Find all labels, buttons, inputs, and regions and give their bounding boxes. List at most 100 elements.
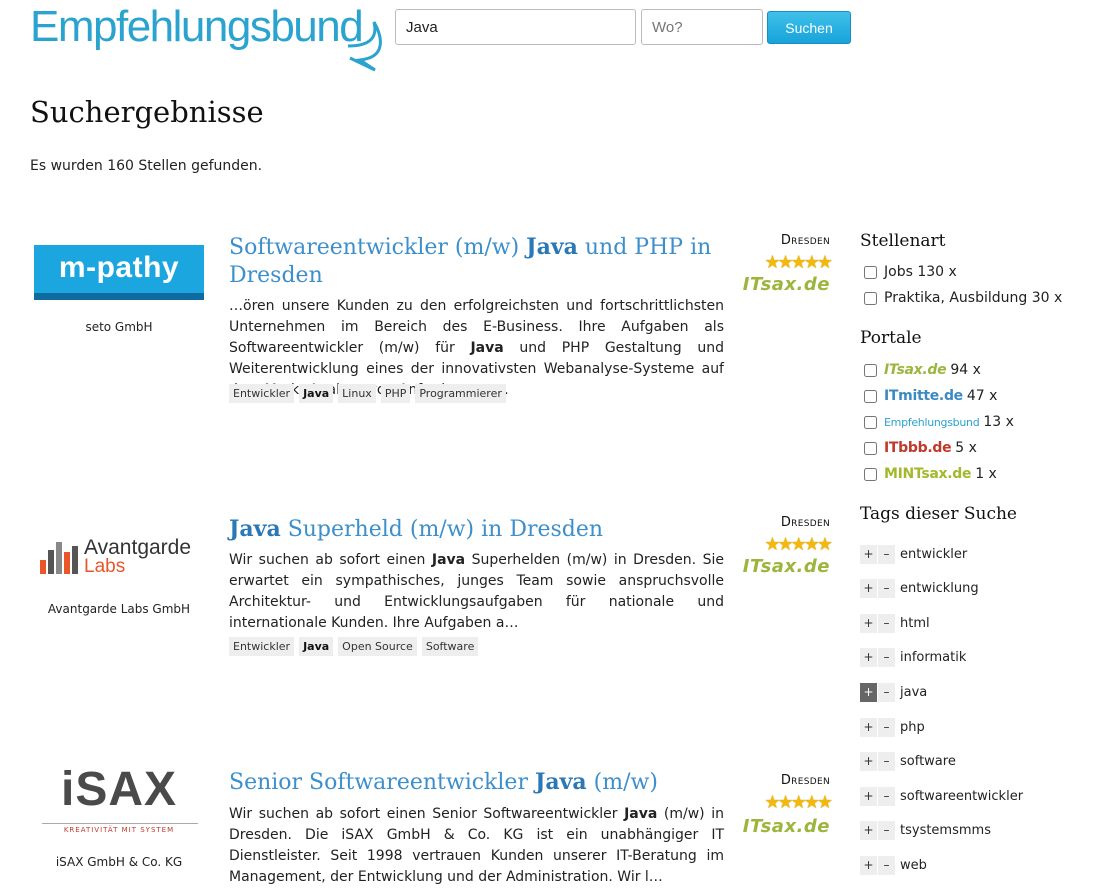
- job-tag[interactable]: Entwickler: [229, 637, 295, 656]
- portal-logo-empfehlungsbund: Empfehlungsbund: [884, 415, 980, 429]
- tag-add-button[interactable]: +: [860, 545, 877, 564]
- job-city: Dresden: [780, 515, 830, 530]
- search-tag-name: entwickler: [900, 547, 968, 562]
- company-logo-isax[interactable]: iSAX KREATIVITÄT MIT SYSTEM: [30, 763, 208, 842]
- search-tag-name: html: [900, 616, 930, 631]
- search-tag-row: + – web: [860, 856, 927, 875]
- search-tag-name: java: [900, 685, 928, 700]
- filter-portal-itsax[interactable]: ITsax.de 94 x: [863, 362, 981, 378]
- location-input[interactable]: [641, 9, 763, 45]
- tag-exclude-button[interactable]: –: [878, 683, 895, 702]
- search-tag-name: php: [900, 720, 925, 735]
- search-tag-row: + – tsystemsmms: [860, 821, 991, 840]
- job-city: Dresden: [780, 233, 830, 248]
- filter-praktika-checkbox[interactable]: [864, 291, 877, 305]
- result-count: Es wurden 160 Stellen gefunden.: [30, 158, 263, 174]
- job-tag[interactable]: Entwickler: [229, 384, 295, 403]
- tag-exclude-button[interactable]: –: [878, 648, 895, 667]
- portal-count: 1 x: [975, 466, 997, 482]
- filter-jobs-checkbox[interactable]: [864, 265, 877, 279]
- search-tags-heading: Tags dieser Suche: [860, 504, 1017, 524]
- search-tag-name: software: [900, 754, 956, 769]
- job-tag[interactable]: Java: [299, 637, 334, 656]
- tag-exclude-button[interactable]: –: [878, 856, 895, 875]
- tag-exclude-button[interactable]: –: [878, 545, 895, 564]
- search-tag-name: informatik: [900, 650, 967, 665]
- company-logo-sub: KREATIVITÄT MIT SYSTEM: [63, 826, 175, 834]
- tag-exclude-button[interactable]: –: [878, 752, 895, 771]
- company-logo-mpathy[interactable]: m-pathy: [30, 243, 208, 323]
- company-logo-sub: Labs: [84, 556, 126, 577]
- filter-portal-mintsax[interactable]: MINTsax.de 1 x: [863, 466, 997, 482]
- portal-logo-itsax[interactable]: ITsax.de: [743, 816, 830, 837]
- filter-portal-checkbox[interactable]: [864, 415, 877, 429]
- avantgarde-mark-icon: [40, 542, 78, 574]
- portal-count: 94 x: [950, 362, 981, 378]
- tag-add-button[interactable]: +: [860, 683, 877, 702]
- job-tag[interactable]: Open Source: [338, 637, 417, 656]
- company-name[interactable]: Avantgarde Labs GmbH: [30, 602, 208, 616]
- job-tags: Entwickler Java Open Source Software: [229, 637, 479, 656]
- filter-portal-checkbox[interactable]: [864, 441, 877, 455]
- filter-label: Jobs 130 x: [884, 264, 957, 280]
- search-tag-row: + – entwicklung: [860, 579, 979, 598]
- company-name[interactable]: iSAX GmbH & Co. KG: [30, 855, 208, 869]
- filter-portal-itmitte[interactable]: ITmitte.de 47 x: [863, 388, 997, 404]
- tag-add-button[interactable]: +: [860, 752, 877, 771]
- tag-exclude-button[interactable]: –: [878, 579, 895, 598]
- company-logo-avantgarde[interactable]: Avantgarde Labs: [30, 530, 208, 610]
- logo-text: Empfehlungsbund: [30, 2, 364, 51]
- tag-add-button[interactable]: +: [860, 821, 877, 840]
- job-snippet: Wir suchen ab sofort einen Senior Softwa…: [229, 806, 724, 885]
- portal-logo-itmitte: ITmitte.de: [884, 388, 963, 404]
- portal-count: 5 x: [955, 440, 977, 456]
- portal-logo-itsax: ITsax.de: [884, 362, 947, 378]
- filter-label: Praktika, Ausbildung 30 x: [884, 290, 1063, 306]
- search-button[interactable]: Suchen: [767, 11, 851, 44]
- job-title-link[interactable]: Java Superheld (m/w) in Dresden: [229, 515, 729, 544]
- filter-praktika[interactable]: Praktika, Ausbildung 30 x: [863, 290, 1062, 306]
- portal-logo-mintsax: MINTsax.de: [884, 466, 972, 482]
- portale-heading: Portale: [860, 328, 922, 348]
- company-logo-text: iSAX: [60, 763, 178, 816]
- search-tag-name: softwareentwickler: [900, 789, 1024, 804]
- job-tag[interactable]: Linux: [338, 384, 376, 403]
- tag-add-button[interactable]: +: [860, 718, 877, 737]
- job-tag[interactable]: Programmierer: [415, 384, 506, 403]
- portal-logo-itsax[interactable]: ITsax.de: [743, 556, 830, 577]
- tag-add-button[interactable]: +: [860, 648, 877, 667]
- page-title: Suchergebnisse: [30, 95, 264, 129]
- tag-exclude-button[interactable]: –: [878, 821, 895, 840]
- filter-portal-empfehlungsbund[interactable]: Empfehlungsbund 13 x: [863, 414, 1014, 430]
- filter-portal-itbbb[interactable]: ITbbb.de 5 x: [863, 440, 977, 456]
- tag-exclude-button[interactable]: –: [878, 718, 895, 737]
- filter-jobs[interactable]: Jobs 130 x: [863, 264, 957, 280]
- company-logo-text: m-pathy: [58, 251, 180, 284]
- search-tag-row: + – software: [860, 752, 956, 771]
- job-tag[interactable]: PHP: [380, 384, 411, 403]
- site-logo[interactable]: Empfehlungsbund: [30, 2, 382, 72]
- job-tag[interactable]: Software: [421, 637, 479, 656]
- search-input[interactable]: [395, 9, 636, 45]
- tag-add-button[interactable]: +: [860, 787, 877, 806]
- portal-count: 13 x: [983, 414, 1014, 430]
- tag-add-button[interactable]: +: [860, 579, 877, 598]
- tag-add-button[interactable]: +: [860, 614, 877, 633]
- tag-exclude-button[interactable]: –: [878, 614, 895, 633]
- search-tag-row: + – informatik: [860, 648, 966, 667]
- search-tag-row: + – java: [860, 683, 927, 702]
- filter-portal-checkbox[interactable]: [864, 363, 877, 377]
- company-name[interactable]: seto GmbH: [30, 320, 208, 334]
- job-title-link[interactable]: Softwareentwickler (m/w) Java und PHP in…: [229, 233, 729, 290]
- search-tag-row: + – softwareentwickler: [860, 787, 1023, 806]
- filter-portal-checkbox[interactable]: [864, 389, 877, 403]
- job-tag[interactable]: Java: [299, 384, 334, 403]
- tag-add-button[interactable]: +: [860, 856, 877, 875]
- job-snippet: Wir suchen ab sofort einen Java Superhel…: [229, 552, 725, 631]
- portal-logo-itsax[interactable]: ITsax.de: [743, 274, 830, 295]
- job-tags: Entwickler Java Linux PHP Programmierer: [229, 384, 506, 403]
- job-title-link[interactable]: Senior Softwareentwickler Java (m/w): [229, 768, 729, 797]
- portal-count: 47 x: [966, 388, 998, 404]
- tag-exclude-button[interactable]: –: [878, 787, 895, 806]
- filter-portal-checkbox[interactable]: [864, 467, 877, 481]
